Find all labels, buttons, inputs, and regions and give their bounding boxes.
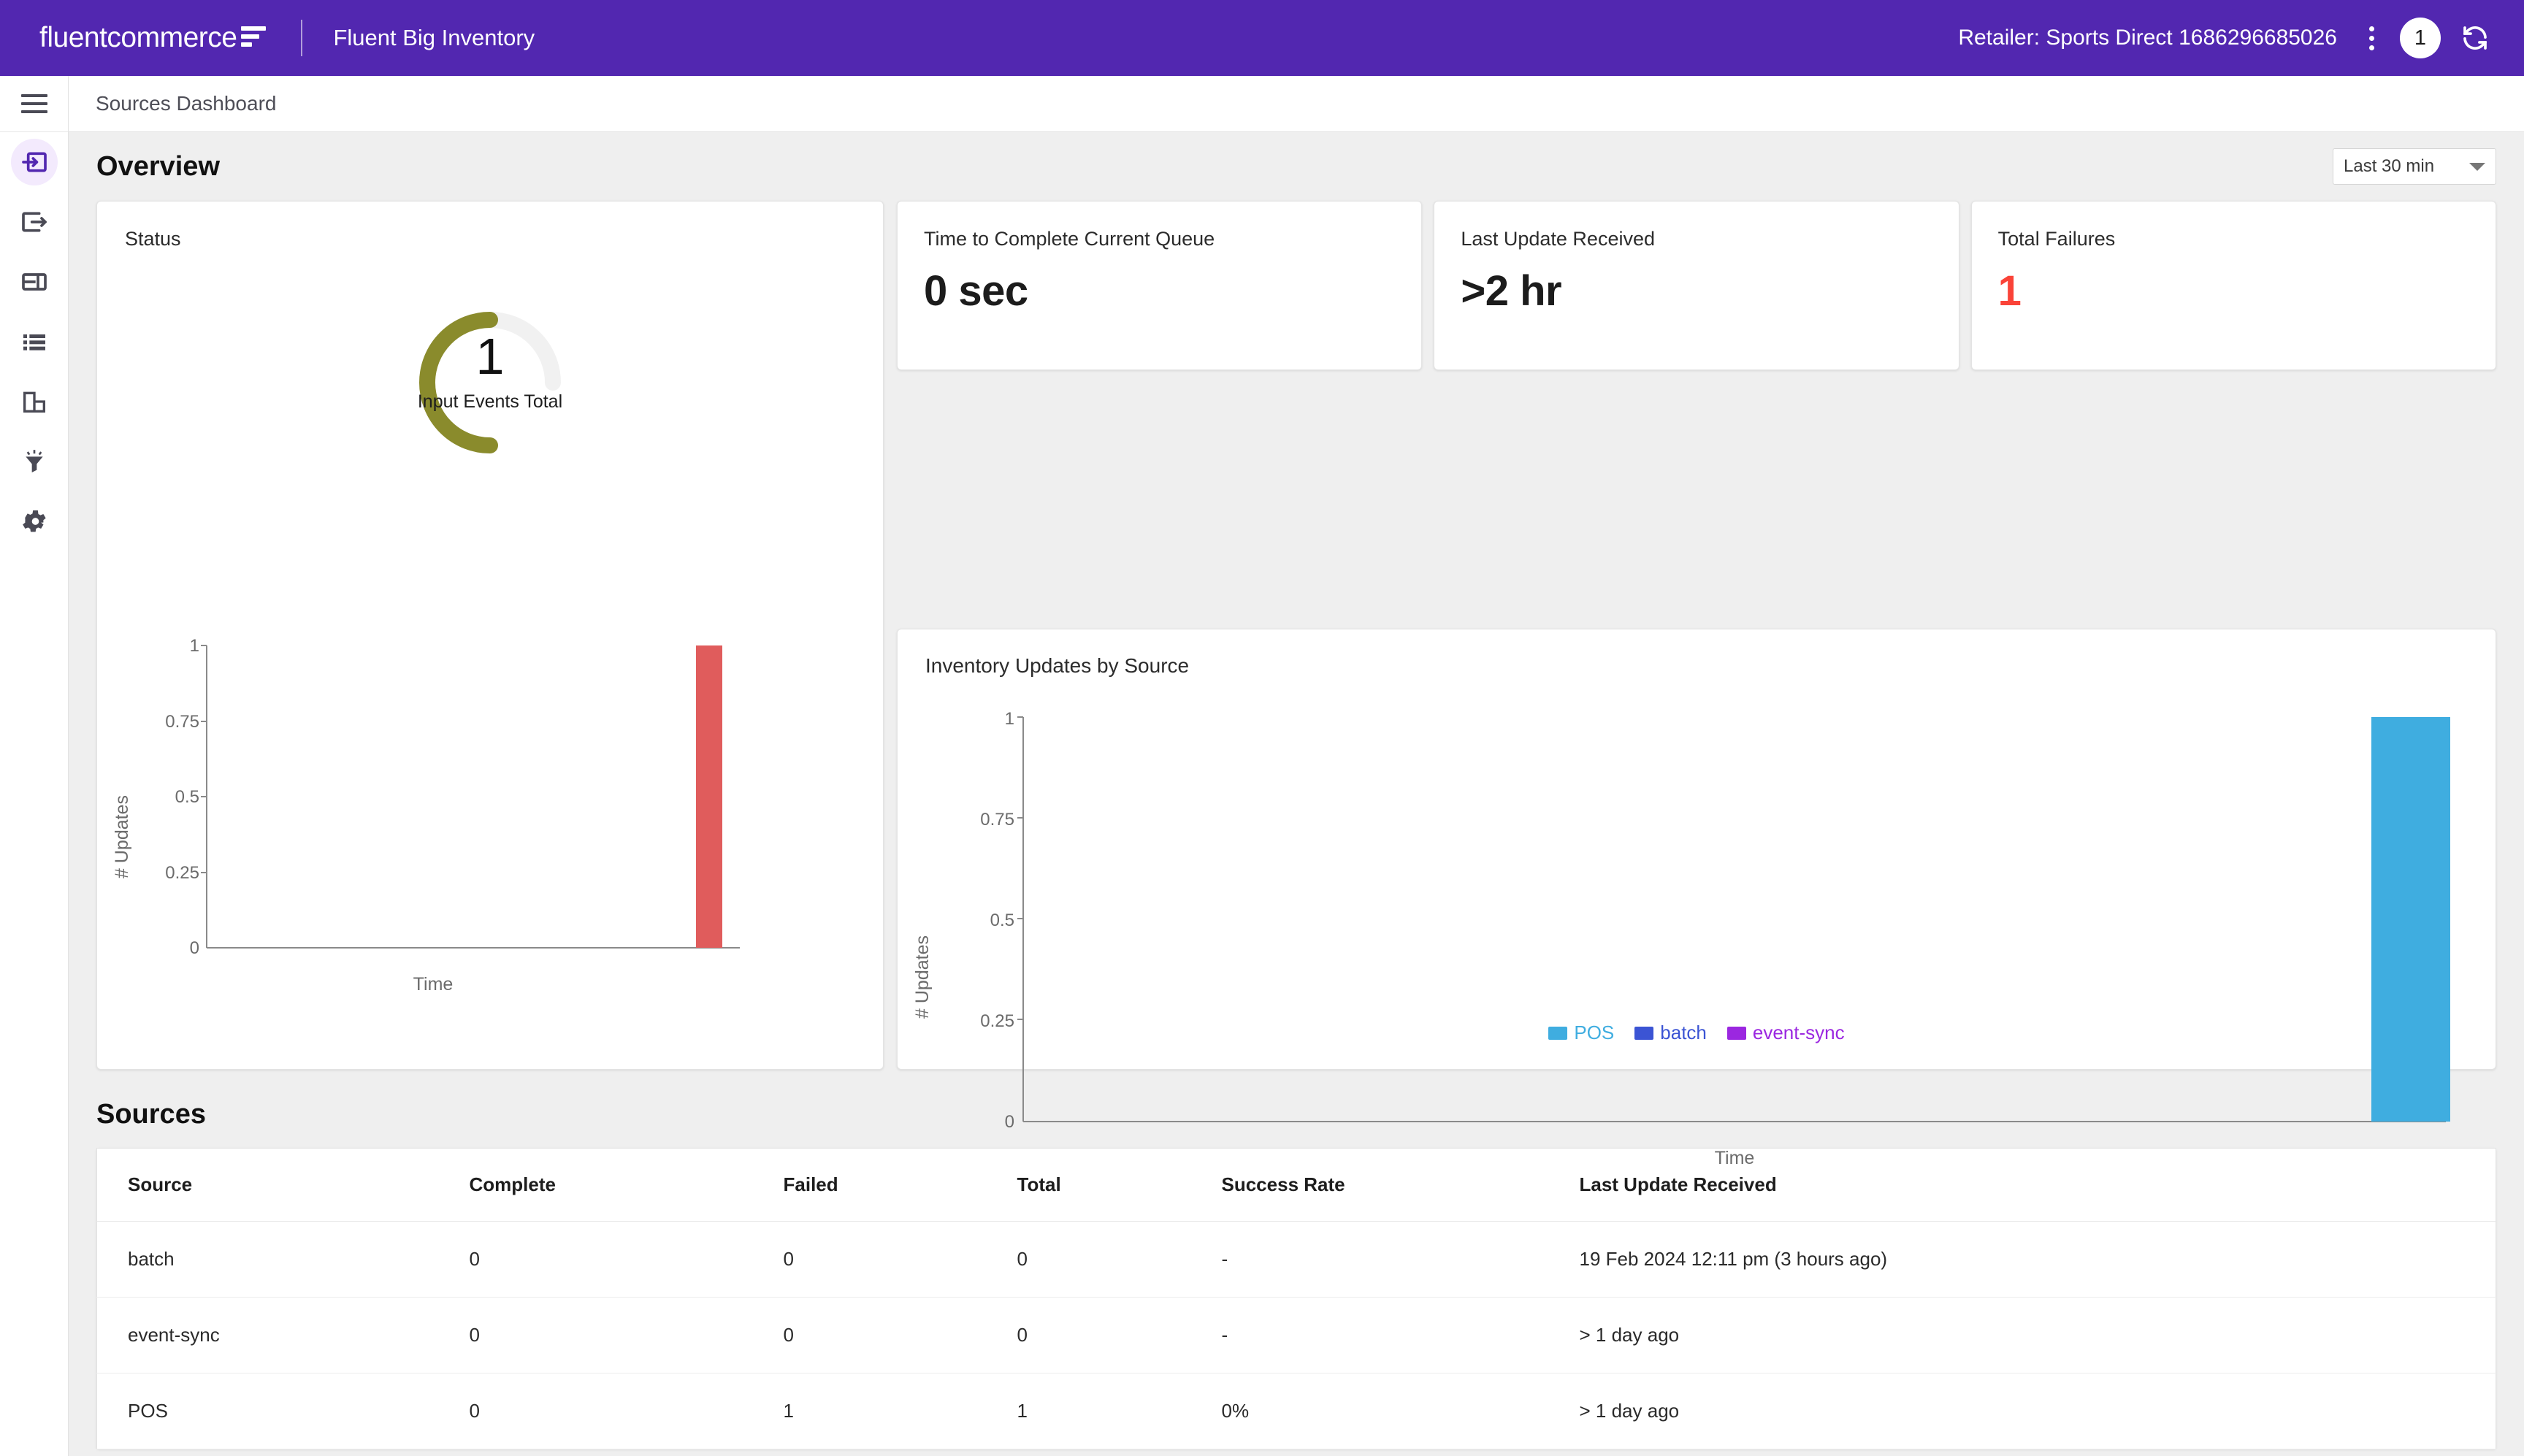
cell-success-rate: -: [1222, 1298, 1580, 1373]
cell-success-rate: 0%: [1222, 1373, 1580, 1449]
refresh-icon[interactable]: [2460, 23, 2490, 53]
kpi-card-last-update: Last Update Received >2 hr: [1434, 201, 1959, 370]
cell-failed: 0: [784, 1298, 1017, 1373]
brand-logo[interactable]: fluentcommerce: [39, 22, 266, 54]
sidebar-item-filter[interactable]: [0, 432, 69, 491]
gauge-caption: Input Events Total: [379, 391, 601, 413]
sidebar-item-layout[interactable]: [0, 252, 69, 312]
cell-complete: 0: [470, 1298, 784, 1373]
dashboard-content: Overview Last 30 min Status 1 Inpu: [69, 132, 2524, 1449]
svg-text:0.5: 0.5: [175, 787, 199, 807]
svg-text:0.25: 0.25: [165, 863, 199, 883]
sidebar-item-locations[interactable]: [0, 372, 69, 432]
page-body: Sources Dashboard Overview Last 30 min S…: [69, 76, 2524, 1456]
hamburger-menu-icon[interactable]: [21, 94, 47, 113]
sidebar-toggle-area: [0, 76, 68, 132]
gauge-value: 1: [379, 327, 601, 386]
sidebar-item-settings[interactable]: [0, 491, 69, 551]
legend-item-batch[interactable]: batch: [1634, 1022, 1707, 1044]
header-right-group: Retailer: Sports Direct 1686296685026 1: [1958, 18, 2490, 58]
cell-total: 0: [1017, 1298, 1222, 1373]
cell-total: 1: [1017, 1373, 1222, 1449]
kpi-card-queue-time: Time to Complete Current Queue 0 sec: [897, 201, 1422, 370]
legend-item-event-sync[interactable]: event-sync: [1727, 1022, 1845, 1044]
logo-text: fluentcommerce: [39, 22, 237, 54]
chart-legend: POS batch event-sync: [898, 1022, 2496, 1044]
chart-title: Inventory Updates by Source: [925, 654, 2468, 678]
kpi-value: >2 hr: [1461, 267, 1932, 315]
cell-source: event-sync: [97, 1298, 470, 1373]
kpi-label: Last Update Received: [1461, 228, 1932, 250]
svg-text:0.5: 0.5: [990, 911, 1014, 930]
outbound-arrow-icon: [11, 199, 58, 245]
failures-bar-chart: # Updates 1 0.75 0.5 0.25 0 Time: [112, 625, 842, 1041]
breadcrumb-label[interactable]: Sources Dashboard: [96, 92, 276, 115]
svg-text:0: 0: [1005, 1112, 1014, 1132]
legend-label: POS: [1574, 1022, 1614, 1044]
svg-text:0.75: 0.75: [980, 810, 1014, 829]
svg-text:Time: Time: [413, 974, 454, 995]
kpi-row: Time to Complete Current Queue 0 sec Las…: [897, 201, 2496, 616]
fluent-bars-icon: [241, 26, 266, 47]
cell-source: batch: [97, 1222, 470, 1298]
header-divider: [301, 20, 302, 56]
time-range-value: Last 30 min: [2344, 156, 2434, 177]
svg-text:# Updates: # Updates: [912, 935, 933, 1019]
gear-icon: [11, 498, 58, 545]
table-row[interactable]: event-sync 0 0 0 - > 1 day ago: [97, 1298, 2496, 1373]
time-range-select[interactable]: Last 30 min: [2333, 148, 2496, 185]
cell-complete: 0: [470, 1222, 784, 1298]
cell-complete: 0: [470, 1373, 784, 1449]
kpi-card-total-failures: Total Failures 1: [1971, 201, 2496, 370]
legend-swatch-pos: [1548, 1027, 1567, 1040]
cell-last-update: > 1 day ago: [1580, 1373, 2496, 1449]
cell-failed: 1: [784, 1373, 1017, 1449]
list-icon: [11, 318, 58, 365]
legend-item-pos[interactable]: POS: [1548, 1022, 1614, 1044]
svg-text:1: 1: [1005, 709, 1014, 729]
app-header: fluentcommerce Fluent Big Inventory Reta…: [0, 0, 2524, 76]
status-card-label: Status: [125, 228, 855, 250]
svg-text:# Updates: # Updates: [112, 795, 132, 878]
more-vertical-icon[interactable]: [2355, 26, 2388, 50]
kpi-label: Total Failures: [1998, 228, 2469, 250]
retailer-label: Retailer: Sports Direct 1686296685026: [1958, 26, 2337, 50]
page-title: Overview: [96, 151, 220, 183]
building-icon: [11, 378, 58, 425]
funnel-icon: [11, 438, 58, 485]
breadcrumb: Sources Dashboard: [69, 76, 2524, 132]
kpi-value: 1: [1998, 267, 2469, 315]
sidebar-item-inbound[interactable]: [0, 132, 69, 192]
overview-section-header: Overview Last 30 min: [96, 132, 2496, 201]
overview-row: Status 1 Input Events Total # Updates 1: [96, 201, 2496, 1070]
kpi-label: Time to Complete Current Queue: [924, 228, 1395, 250]
inventory-updates-card: Inventory Updates by Source # Updates 1 …: [897, 629, 2496, 1070]
column-header-complete[interactable]: Complete: [470, 1149, 784, 1222]
status-card: Status 1 Input Events Total # Updates 1: [96, 201, 884, 1070]
layout-panel-icon: [11, 258, 58, 305]
table-row[interactable]: POS 0 1 1 0% > 1 day ago: [97, 1373, 2496, 1449]
input-events-gauge: 1 Input Events Total: [97, 289, 883, 457]
overview-right-column: Time to Complete Current Queue 0 sec Las…: [897, 201, 2496, 1070]
left-sidebar: [0, 76, 69, 1456]
legend-swatch-event-sync: [1727, 1027, 1746, 1040]
column-header-source[interactable]: Source: [97, 1149, 470, 1222]
svg-text:0: 0: [190, 938, 199, 958]
app-title: Fluent Big Inventory: [333, 25, 535, 51]
sidebar-item-list[interactable]: [0, 312, 69, 372]
svg-text:Time: Time: [1715, 1148, 1755, 1168]
inbound-arrow-icon: [11, 139, 58, 185]
inventory-updates-chart: # Updates 1 0.75 0.5 0.25 0 Time: [912, 692, 2482, 1269]
legend-label: batch: [1660, 1022, 1707, 1044]
cell-last-update: > 1 day ago: [1580, 1298, 2496, 1373]
chevron-down-icon: [2469, 163, 2485, 171]
svg-text:0.75: 0.75: [165, 712, 199, 732]
sidebar-item-outbound[interactable]: [0, 192, 69, 252]
cell-source: POS: [97, 1373, 470, 1449]
notification-badge[interactable]: 1: [2400, 18, 2441, 58]
legend-label: event-sync: [1753, 1022, 1845, 1044]
legend-swatch-batch: [1634, 1027, 1653, 1040]
svg-text:1: 1: [190, 636, 199, 656]
kpi-value: 0 sec: [924, 267, 1395, 315]
